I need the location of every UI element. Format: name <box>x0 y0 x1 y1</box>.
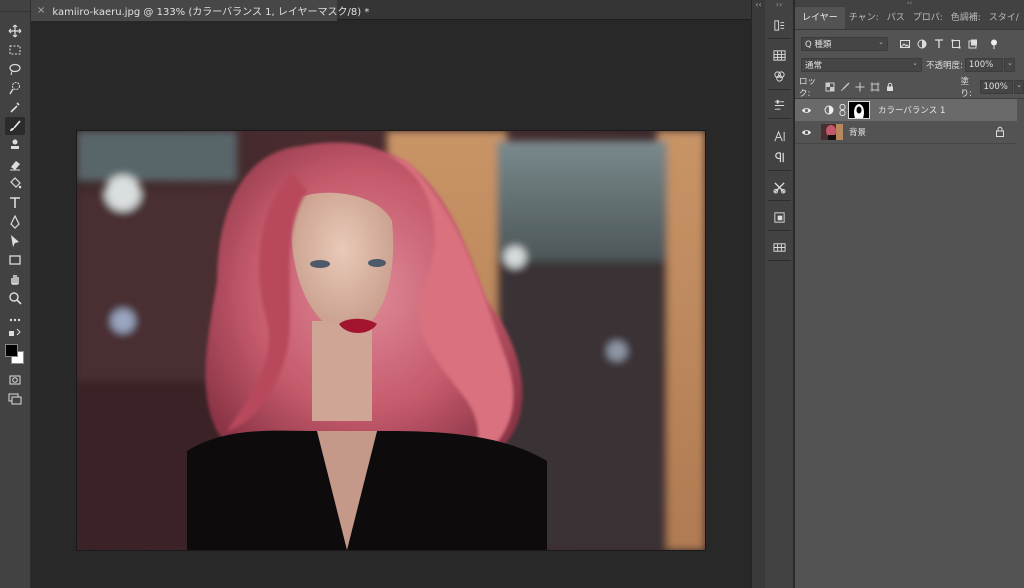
tab-styles[interactable]: スタイ/ <box>985 7 1023 29</box>
opacity-value: 100% <box>968 60 994 70</box>
paragraph-icon[interactable] <box>770 148 789 166</box>
quick-select-icon[interactable] <box>5 79 25 97</box>
document-tab-bar: × kamiiro-kaeru.jpg @ 133% (カラーバランス 1, レ… <box>31 0 751 21</box>
blend-row: 通常 ⌄ 不透明度: 100% ⌄ <box>795 57 1024 73</box>
lock-label: ロック: <box>799 77 817 99</box>
filter-smart-object-icon[interactable] <box>966 37 980 51</box>
move-icon[interactable] <box>5 22 25 40</box>
adjustments-icon[interactable] <box>770 96 789 114</box>
eyedropper-icon[interactable] <box>5 98 25 116</box>
layer-mask-thumbnail[interactable] <box>848 101 870 119</box>
path-select-icon[interactable] <box>5 232 25 250</box>
character-icon[interactable] <box>770 127 789 145</box>
document-image[interactable] <box>77 131 705 550</box>
expand-panels-icon[interactable]: ›› <box>765 0 793 12</box>
lock-pixels-icon[interactable] <box>839 80 851 94</box>
color-wheel-icon[interactable] <box>770 67 789 85</box>
blend-mode-value: 通常 <box>805 61 823 71</box>
filter-adjustment-icon[interactable] <box>915 37 929 51</box>
paint-bucket-icon[interactable] <box>5 174 25 192</box>
rectangle-icon[interactable] <box>5 251 25 269</box>
layer-name: カラーバランス 1 <box>878 106 946 116</box>
adjustment-layer-icon <box>822 103 836 117</box>
filter-kind-value: Q 種類 <box>805 40 832 50</box>
chevron-down-icon: ⌄ <box>1007 59 1013 67</box>
libraries-icon[interactable] <box>770 208 789 226</box>
lock-row: ロック: 塗り: 100% ⌄ <box>795 77 1024 99</box>
chevron-down-icon: ⌄ <box>912 59 918 67</box>
stamp-icon[interactable] <box>5 136 25 154</box>
collapse-arrows-icon[interactable]: ‹‹ <box>752 0 765 10</box>
layer-row-background[interactable]: 背景 <box>795 121 1017 143</box>
panel-dock-strip[interactable]: ‹‹ <box>751 0 765 588</box>
fill-label: 塗り: <box>960 77 972 99</box>
layer-filter-row: Q 種類 ⌄ <box>795 36 1024 52</box>
opacity-label: 不透明度: <box>926 61 963 71</box>
filter-pixel-icon[interactable] <box>898 37 912 51</box>
toolbar-grip[interactable] <box>0 0 30 12</box>
zoom-icon[interactable] <box>5 289 25 307</box>
tab-layers[interactable]: レイヤー <box>795 7 845 29</box>
close-tab-icon[interactable]: × <box>37 5 45 16</box>
filter-shape-icon[interactable] <box>949 37 963 51</box>
quick-mask-icon[interactable] <box>5 371 25 389</box>
fill-value: 100% <box>983 82 1008 92</box>
opacity-input[interactable]: 100% <box>964 58 1003 72</box>
tool-presets-icon[interactable] <box>770 178 789 196</box>
layer-name: 背景 <box>849 128 867 138</box>
navigator-icon[interactable] <box>770 238 789 256</box>
panel-tabs: レイヤー チャン: パス プロパ: 色調補: スタイ/ <box>795 7 1024 30</box>
fill-dropdown[interactable]: ⌄ <box>1014 80 1024 94</box>
layer-thumbnail[interactable] <box>821 124 843 140</box>
marquee-icon[interactable] <box>5 41 25 59</box>
lock-all-icon[interactable] <box>884 80 896 94</box>
document-tab-title: kamiiro-kaeru.jpg @ 133% (カラーバランス 1, レイヤ… <box>52 7 370 18</box>
screen-mode-icon[interactable] <box>5 390 25 408</box>
pen-icon[interactable] <box>5 213 25 231</box>
lock-transparency-icon[interactable] <box>824 80 836 94</box>
hand-icon[interactable] <box>5 270 25 288</box>
lasso-icon[interactable] <box>5 60 25 78</box>
lock-position-icon[interactable] <box>854 80 866 94</box>
layers-panel: ‹‹ レイヤー チャン: パス プロパ: 色調補: スタイ/ Q 種類 ⌄ 通常… <box>795 0 1024 588</box>
tab-channels[interactable]: チャン: <box>845 7 883 29</box>
tab-adjustments[interactable]: 色調補: <box>947 7 985 29</box>
lock-artboard-icon[interactable] <box>869 80 881 94</box>
opacity-dropdown[interactable]: ⌄ <box>1003 58 1015 72</box>
chain-link-icon[interactable] <box>839 104 846 116</box>
filter-toggle-icon[interactable] <box>987 37 1001 51</box>
chevron-down-icon: ⌄ <box>1016 81 1022 89</box>
visibility-eye-icon[interactable] <box>795 127 817 138</box>
type-icon[interactable] <box>5 194 25 212</box>
panel-icon-column: ›› <box>765 0 794 588</box>
swap-colors-icon[interactable] <box>5 328 25 340</box>
visibility-eye-icon[interactable] <box>795 105 817 116</box>
filter-kind-select[interactable]: Q 種類 ⌄ <box>801 37 888 51</box>
history-icon[interactable] <box>770 16 789 34</box>
document-tab[interactable]: × kamiiro-kaeru.jpg @ 133% (カラーバランス 1, レ… <box>31 0 369 21</box>
tab-properties[interactable]: プロパ: <box>909 7 947 29</box>
swatches-icon[interactable] <box>770 46 789 64</box>
tab-paths[interactable]: パス <box>883 7 909 29</box>
eraser-icon[interactable] <box>5 155 25 173</box>
lock-icon <box>995 126 1005 137</box>
fill-input[interactable]: 100% <box>979 80 1014 94</box>
brush-icon[interactable] <box>5 117 25 135</box>
layer-row-color-balance[interactable]: カラーバランス 1 <box>795 99 1017 121</box>
filter-type-icon[interactable] <box>932 37 946 51</box>
tools-panel <box>0 0 31 588</box>
chevron-down-icon: ⌄ <box>878 38 884 46</box>
foreground-color-swatch[interactable] <box>5 344 18 357</box>
blend-mode-select[interactable]: 通常 ⌄ <box>801 58 922 72</box>
canvas-area[interactable] <box>31 21 751 588</box>
